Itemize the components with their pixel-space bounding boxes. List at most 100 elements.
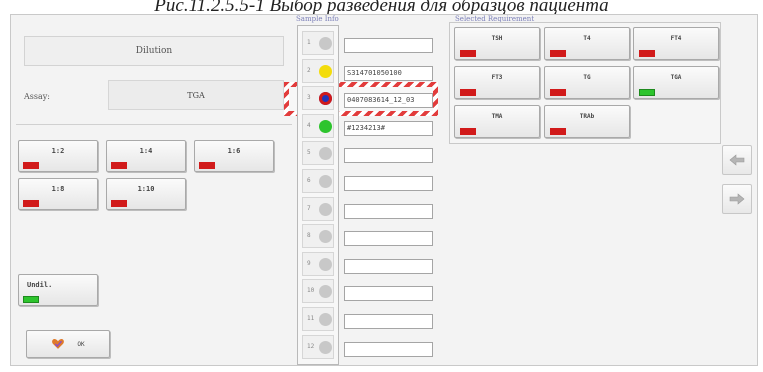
dilution-button-undiluted[interactable]: Undil.: [18, 274, 98, 306]
sample-slot-1[interactable]: 1: [302, 31, 334, 55]
test-button-tga[interactable]: TGA: [633, 66, 719, 99]
sample-id-field-7[interactable]: [344, 203, 433, 219]
test-button-tma[interactable]: TMA: [454, 105, 540, 138]
sample-slot-6[interactable]: 6: [302, 169, 334, 193]
dilution-button-label: 1:6: [227, 147, 241, 155]
status-indicator: [460, 128, 476, 135]
selected-requirement-panel: TSH T4 FT4 FT3 TG TGA TMA TRAb: [449, 22, 721, 144]
sample-slot-8[interactable]: 8: [302, 224, 334, 249]
ok-button[interactable]: OK: [26, 330, 110, 358]
sample-status-dot: [319, 175, 332, 188]
dilution-button-label: 1:2: [51, 147, 65, 155]
slot-number: 6: [307, 177, 311, 184]
test-button-ft3[interactable]: FT3: [454, 66, 540, 99]
sample-status-dot: [319, 119, 332, 133]
sample-slot-12[interactable]: 12: [302, 334, 334, 359]
status-indicator: [23, 200, 39, 207]
sample-status-dot: [319, 257, 332, 271]
sample-id-field-9[interactable]: [344, 258, 433, 274]
status-indicator: [639, 50, 655, 57]
slot-number: 2: [307, 66, 311, 74]
sample-id-field-3[interactable]: 0407083614_12_03: [344, 93, 433, 109]
sample-slot-9[interactable]: 9: [302, 251, 334, 276]
heart-check-icon: [52, 339, 65, 349]
sample-status-dot: [319, 202, 332, 216]
sample-id-field-2[interactable]: S314701050100: [344, 65, 433, 81]
status-indicator: [23, 296, 39, 303]
sample-slot-7[interactable]: 7: [302, 196, 334, 221]
status-indicator: [460, 89, 476, 96]
test-label: T4: [583, 35, 591, 42]
slot-number: 3: [307, 94, 311, 102]
sample-info-title: Sample Info: [296, 15, 339, 23]
sample-slot-4[interactable]: 4: [302, 113, 334, 138]
status-indicator: [550, 128, 566, 135]
sample-status-dot: [319, 64, 332, 78]
arrow-right-icon: [729, 193, 745, 205]
slot-number: 4: [307, 121, 311, 129]
sample-slot-10[interactable]: 10: [302, 279, 334, 304]
sample-status-dot: [319, 230, 332, 244]
test-label: FT4: [670, 35, 682, 42]
sample-status-dot: [319, 313, 332, 326]
dilution-header-label: Dilution: [135, 46, 173, 56]
dilution-button-1-8[interactable]: 1:8: [18, 178, 98, 210]
test-button-trab[interactable]: TRAb: [544, 105, 630, 138]
status-indicator: [199, 162, 215, 169]
status-indicator: [460, 50, 476, 57]
sample-status-dot: [319, 147, 332, 161]
slot-number: 8: [307, 232, 311, 240]
sample-slot-11[interactable]: 11: [302, 307, 334, 331]
dilution-header: Dilution: [24, 36, 284, 66]
sample-slot-2[interactable]: 2: [302, 58, 334, 83]
test-button-tg[interactable]: TG: [544, 66, 630, 99]
slot-number: 9: [307, 259, 311, 267]
status-indicator: [550, 89, 566, 96]
status-indicator: [550, 50, 566, 57]
dilution-button-label: 1:8: [51, 185, 65, 193]
dilution-button-1-6[interactable]: 1:6: [194, 140, 274, 172]
sample-id-field-10[interactable]: [344, 286, 433, 302]
dilution-panel: Dilution Assay: TGA 1:2 1:4 1:6 1:8 1:10…: [16, 18, 292, 364]
sample-status-dot: [319, 340, 332, 354]
move-right-button[interactable]: [722, 184, 752, 214]
arrow-left-icon: [729, 154, 745, 166]
test-label: TGA: [670, 74, 682, 81]
slot-number: 7: [307, 204, 311, 212]
test-label: TG: [583, 74, 591, 81]
status-indicator: [111, 162, 127, 169]
sample-slot-3[interactable]: 3: [302, 86, 334, 111]
dilution-button-1-10[interactable]: 1:10: [106, 178, 186, 210]
sample-id-field-6[interactable]: [344, 176, 433, 191]
test-button-tsh[interactable]: TSH: [454, 27, 540, 60]
sample-id-field-1[interactable]: [344, 38, 433, 53]
divider: [16, 124, 292, 125]
sample-id-field-5[interactable]: [344, 148, 433, 164]
dilution-button-1-4[interactable]: 1:4: [106, 140, 186, 172]
status-indicator: [639, 89, 655, 96]
dilution-button-label: 1:4: [139, 147, 153, 155]
assay-value-text: TGA: [187, 90, 205, 100]
test-button-t4[interactable]: T4: [544, 27, 630, 60]
slot-number: 1: [307, 39, 311, 46]
status-indicator: [23, 162, 39, 169]
sample-id-field-11[interactable]: [344, 314, 433, 329]
sample-slot-5[interactable]: 5: [302, 141, 334, 166]
slot-number: 11: [307, 315, 315, 322]
move-left-button[interactable]: [722, 145, 752, 175]
sample-rack: 1 2 3 4 5 6 7 8 9 10 11 12: [297, 25, 339, 365]
ok-label: OK: [77, 340, 85, 348]
figure-caption: Рис.11.2.5.5-1 Выбор разведения для обра…: [154, 0, 609, 14]
test-label: FT3: [491, 74, 503, 81]
slot-number: 12: [307, 342, 315, 350]
test-label: TRAb: [579, 113, 595, 120]
assay-value: TGA: [108, 80, 284, 110]
sample-id-field-8[interactable]: [344, 231, 433, 247]
dilution-button-label: Undil.: [27, 281, 53, 289]
dilution-button-label: 1:10: [137, 185, 155, 193]
test-button-ft4[interactable]: FT4: [633, 27, 719, 60]
dilution-button-1-2[interactable]: 1:2: [18, 140, 98, 172]
sample-id-field-4[interactable]: #1234213#: [344, 120, 433, 136]
sample-status-dot: [319, 37, 332, 50]
sample-id-field-12[interactable]: [344, 341, 433, 357]
